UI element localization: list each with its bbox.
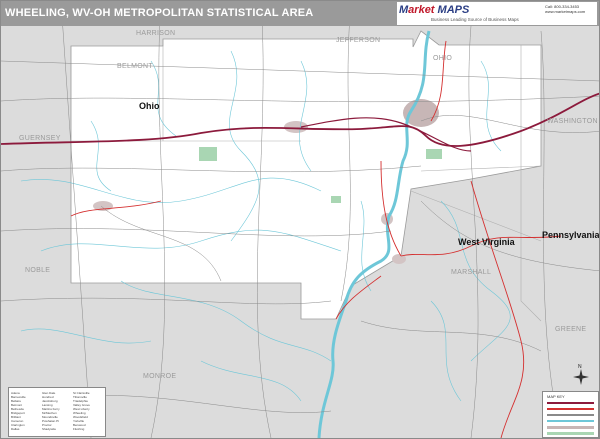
index-column: Adena Barnesville Bellaire Belmont Bethe… <box>11 391 41 431</box>
state-label-west-virginia: West Virginia <box>458 237 515 247</box>
place-index-legend: Adena Barnesville Bellaire Belmont Bethe… <box>8 387 106 437</box>
county-label-ohio: OHIO <box>433 55 453 62</box>
index-column: Glen Dale Hundred Jacobsburg Lansing Mar… <box>42 391 72 431</box>
brand-tagline: Business Leading Source of Business Maps <box>431 17 519 22</box>
county-label-harrison: HARRISON <box>136 30 176 37</box>
county-label-noble: NOBLE <box>25 267 51 274</box>
legend-interstate-swatch <box>547 402 594 404</box>
brand-logo: Market MAPS <box>399 4 469 16</box>
county-label-jefferson: JEFFERSON <box>336 37 381 44</box>
legend-road-swatch <box>547 414 594 416</box>
map-title: WHEELING, WV-OH METROPOLITAN STATISTICAL… <box>5 7 314 19</box>
legend-water-swatch <box>547 420 594 422</box>
map-frame: WHEELING, WV-OH METROPOLITAN STATISTICAL… <box>0 0 600 439</box>
compass-north-label: N <box>578 364 582 370</box>
state-label-pennsylvania: Pennsylvania <box>542 230 600 240</box>
county-label-marshall: MARSHALL <box>451 269 492 276</box>
county-label-greene: GREENE <box>555 326 587 333</box>
county-label-belmont: BELMONT <box>117 63 153 70</box>
compass-rose-icon: N <box>573 364 589 385</box>
state-label-ohio: Ohio <box>139 101 160 111</box>
index-entry: Dallas <box>11 427 20 431</box>
urban-area <box>284 121 308 133</box>
legend-urban-swatch <box>547 426 594 429</box>
brand-name-part2: MAPS <box>437 4 470 16</box>
legend-us-highway-swatch <box>547 408 594 410</box>
brand-name-part1: arket <box>408 4 435 16</box>
title-bar: WHEELING, WV-OH METROPOLITAN STATISTICAL… <box>1 1 599 26</box>
compass-star-icon <box>573 369 589 385</box>
map-key-title: MAP KEY <box>547 394 565 399</box>
park-area <box>331 196 341 203</box>
legend-park-swatch <box>547 432 594 435</box>
county-label-washington: WASHINGTON <box>547 118 598 125</box>
index-column: St Clairsville Tiltonsville Triadelphia … <box>73 391 103 431</box>
park-area <box>426 149 442 159</box>
brand-info-line: www.marketmaps.com <box>545 9 586 14</box>
park-area <box>199 147 217 161</box>
brand-block: Market MAPS Business Leading Source of B… <box>397 2 597 25</box>
county-label-guernsey: GUERNSEY <box>19 135 61 142</box>
county-label-monroe: MONROE <box>143 373 177 380</box>
index-entry: Flushing <box>73 427 85 431</box>
brand-info: Call: 800-334-3453 www.marketmaps.com <box>545 4 585 14</box>
map-canvas <box>1 1 599 438</box>
index-entry: Shadyside <box>42 427 57 431</box>
brand-logo-m-icon: M <box>399 4 409 16</box>
map-key-legend: MAP KEY <box>542 391 599 438</box>
